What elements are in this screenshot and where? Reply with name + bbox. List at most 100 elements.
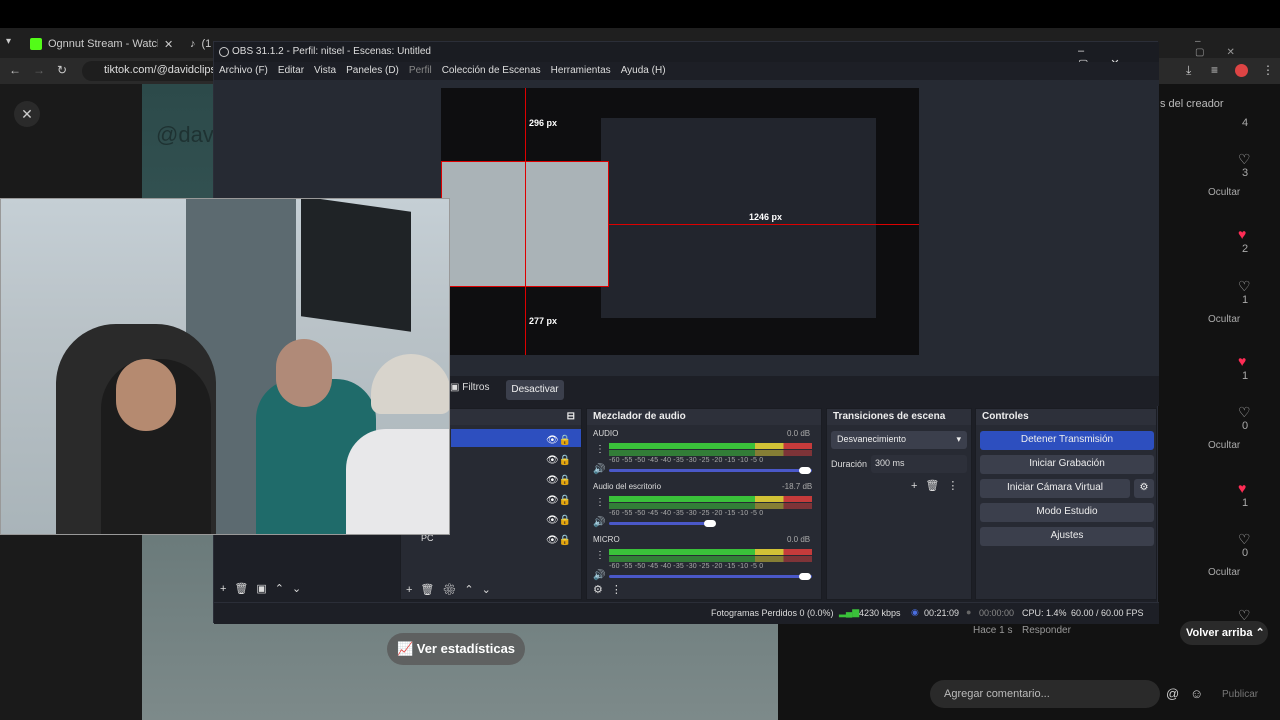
download-icon[interactable]: ⤓ xyxy=(1186,63,1191,78)
chevron-down-icon: ▾ xyxy=(956,434,961,444)
source-toolbar[interactable]: +🗑⚙⌃⌄ xyxy=(406,583,499,596)
heart-icon[interactable]: ♡ xyxy=(1238,531,1251,548)
transition-select[interactable]: Desvanecimiento ▾ xyxy=(831,431,967,449)
transition-toolbar[interactable]: +🗑⋮ xyxy=(911,479,966,492)
dropped-frames: Fotogramas Perdidos 0 (0.0%) xyxy=(711,608,834,618)
mixer-toolbar[interactable]: ⚙⋮ xyxy=(593,583,630,596)
menu-perfil[interactable]: Perfil xyxy=(409,65,432,80)
heart-icon[interactable]: ♡ xyxy=(1238,151,1251,168)
start-recording-button[interactable]: Iniciar Grabación xyxy=(980,455,1154,474)
audio-mixer-title: Mezclador de audio xyxy=(593,411,686,422)
heart-icon[interactable]: ♡ xyxy=(1238,278,1251,295)
tab-tiktok[interactable]: ♪ (1 xyxy=(190,33,215,55)
heart-filled-icon[interactable]: ♥ xyxy=(1238,353,1246,369)
back-to-top-button[interactable]: Volver arriba ⌃ xyxy=(1180,621,1268,645)
heart-filled-icon[interactable]: ♥ xyxy=(1238,226,1246,242)
stop-stream-button[interactable]: Detener Transmisión xyxy=(980,431,1154,450)
virtual-camera-settings-gear-icon[interactable]: ⚙ xyxy=(1134,479,1154,498)
volume-slider[interactable] xyxy=(609,575,812,578)
channel-menu-icon[interactable]: ⋮ xyxy=(595,497,605,508)
speaker-icon[interactable]: 🔊 xyxy=(593,570,605,581)
hide-replies-link[interactable]: Ocultar xyxy=(1208,314,1240,325)
filters-label: Filtros xyxy=(462,382,490,393)
like-count: 1 xyxy=(1241,294,1249,306)
cpu-usage: CPU: 1.4% xyxy=(1022,608,1067,618)
settings-button[interactable]: Ajustes xyxy=(980,527,1154,546)
volume-slider[interactable] xyxy=(609,522,709,525)
forward-icon[interactable]: → xyxy=(33,63,45,77)
menu-ayuda[interactable]: Ayuda (H) xyxy=(621,65,666,80)
person-middle-face xyxy=(276,339,332,407)
channel-db: 0.0 dB xyxy=(787,535,811,544)
window-top-bar xyxy=(0,0,1280,28)
comment-input[interactable]: Agregar comentario... xyxy=(930,680,1160,708)
chart-icon: 📈 xyxy=(396,641,414,656)
mention-icon[interactable]: @ xyxy=(1166,686,1179,701)
transition-select-value: Desvanecimiento xyxy=(837,434,907,444)
deactivate-button[interactable]: Desactivar xyxy=(506,380,564,400)
filters-button[interactable]: ▣ Filtros xyxy=(450,382,489,393)
url-field[interactable]: tiktok.com/@davidclips77 xyxy=(82,61,228,81)
hide-replies-link[interactable]: Ocultar xyxy=(1208,187,1240,198)
menu-archivo[interactable]: Archivo (F) xyxy=(219,65,268,80)
tab-ognnut[interactable]: Ognnut Stream - Watch Live on ✕ xyxy=(30,33,180,55)
media-icon[interactable]: ≡ xyxy=(1211,63,1218,77)
transitions-header: Transiciones de escena xyxy=(827,409,971,425)
tv-shape xyxy=(301,199,411,332)
guide-line-horizontal xyxy=(609,224,919,225)
hide-replies-link[interactable]: Ocultar xyxy=(1208,440,1240,451)
view-stats-label: Ver estadísticas xyxy=(416,641,516,656)
menu-paneles[interactable]: Paneles (D) xyxy=(346,65,399,80)
menu-herramientas[interactable]: Herramientas xyxy=(551,65,611,80)
tab-title: Ognnut Stream - Watch Live on xyxy=(48,38,158,50)
menu-coleccion[interactable]: Colección de Escenas xyxy=(442,65,541,80)
duration-field[interactable]: 300 ms xyxy=(871,455,967,473)
view-stats-button[interactable]: 📈 Ver estadísticas xyxy=(387,633,525,665)
speaker-icon[interactable]: 🔊 xyxy=(593,464,605,475)
transitions-dock: Transiciones de escena Desvanecimiento ▾… xyxy=(826,408,972,600)
controls-title: Controles xyxy=(982,411,1029,422)
audio-mixer-header: Mezclador de audio xyxy=(587,409,821,425)
meter-scale: -60 -55 -50 -45 -40 -35 -30 -25 -20 -15 … xyxy=(609,510,764,517)
hide-replies-link[interactable]: Ocultar xyxy=(1208,567,1240,578)
reply-link[interactable]: Responder xyxy=(1022,625,1071,636)
tab-list-button[interactable]: ▾ xyxy=(6,36,11,47)
menu-editar[interactable]: Editar xyxy=(278,65,304,80)
bitrate: 4230 kbps xyxy=(859,608,901,618)
back-icon[interactable]: ← xyxy=(9,63,21,77)
volume-knob[interactable] xyxy=(799,573,811,580)
volume-slider[interactable] xyxy=(609,469,812,472)
stream-icon: ◉ xyxy=(911,607,919,617)
volume-knob[interactable] xyxy=(799,467,811,474)
menu-vista[interactable]: Vista xyxy=(314,65,336,80)
heart-filled-icon[interactable]: ♥ xyxy=(1238,480,1246,496)
webcam-preview-popout[interactable] xyxy=(0,198,450,535)
channel-menu-icon[interactable]: ⋮ xyxy=(595,444,605,455)
back-to-top-label: Volver arriba xyxy=(1186,627,1253,639)
close-icon[interactable]: ✕ xyxy=(164,38,173,51)
studio-mode-button[interactable]: Modo Estudio xyxy=(980,503,1154,522)
start-virtual-camera-button[interactable]: Iniciar Cámara Virtual xyxy=(980,479,1130,498)
publish-button[interactable]: Publicar xyxy=(1222,689,1258,700)
reload-icon[interactable]: ↻ xyxy=(57,63,67,77)
volume-knob[interactable] xyxy=(704,520,716,527)
emoji-icon[interactable]: ☺ xyxy=(1190,686,1203,701)
close-icon[interactable]: ✕ xyxy=(14,101,40,127)
volume-meter xyxy=(609,443,812,449)
tiktok-icon: ♪ xyxy=(190,38,196,50)
channel-db: 0.0 dB xyxy=(787,429,811,438)
obs-menu-bar: Archivo (F) Editar Vista Paneles (D) Per… xyxy=(214,62,1159,80)
heart-icon[interactable]: ♡ xyxy=(1238,404,1251,421)
channel-db: -18.7 dB xyxy=(782,482,813,491)
scenes-toolbar[interactable]: +🗑▣⌃⌄ xyxy=(220,582,309,595)
source-visibility-icons[interactable]: 👁🔒 👁🔒 👁🔒 👁🔒 👁🔒 👁🔒 xyxy=(546,431,571,551)
controls-header: Controles xyxy=(976,409,1156,425)
guide-line-vertical xyxy=(525,88,526,355)
profile-avatar[interactable] xyxy=(1235,64,1248,77)
preview-canvas[interactable]: 296 px 1246 px 277 px xyxy=(441,88,919,355)
channel-menu-icon[interactable]: ⋮ xyxy=(595,550,605,561)
like-count: 1 xyxy=(1241,370,1249,382)
speaker-icon[interactable]: 🔊 xyxy=(593,517,605,528)
menu-icon[interactable]: ⋮ xyxy=(1262,63,1274,77)
like-count: 0 xyxy=(1241,420,1249,432)
